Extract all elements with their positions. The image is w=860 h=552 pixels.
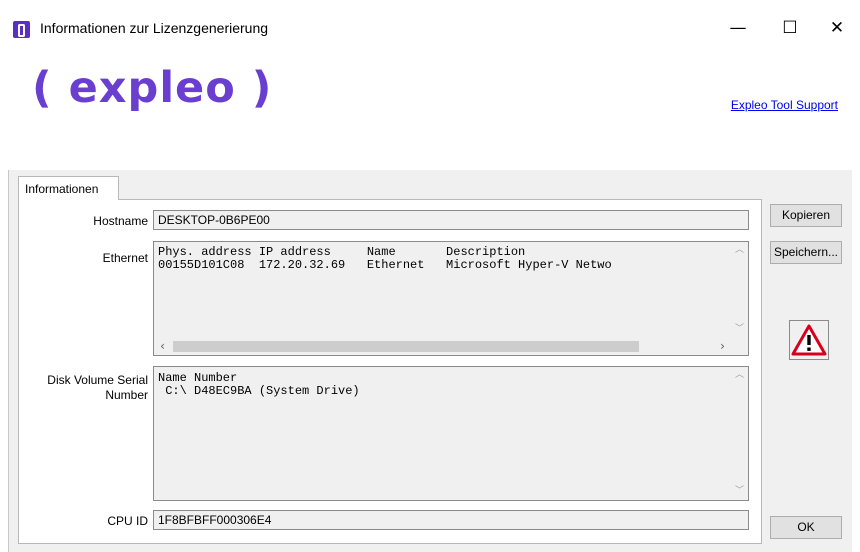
ethernet-textarea[interactable]: Phys. address IP address Name Descriptio… — [153, 241, 749, 356]
scroll-down-arrow-icon[interactable]: ﹀ — [731, 321, 748, 338]
expleo-logo: ( expleo ) — [32, 63, 273, 113]
app-icon — [13, 21, 30, 38]
ethernet-label: Ethernet — [102, 251, 148, 265]
ethernet-line: 00155D101C08 172.20.32.69 Ethernet Micro… — [158, 258, 612, 272]
save-button[interactable]: Speichern... — [770, 241, 842, 264]
window-title: Informationen zur Lizenzgenerierung — [40, 20, 269, 36]
hscroll-thumb[interactable] — [173, 341, 639, 352]
ethernet-hscrollbar[interactable]: ‹ › — [154, 338, 731, 355]
disk-textarea[interactable]: Name Number C:\ D48EC9BA (System Drive) … — [153, 366, 749, 501]
scroll-left-arrow-icon[interactable]: ‹ — [154, 338, 171, 355]
disk-label: Disk Volume Serial Number — [19, 373, 148, 403]
support-link[interactable]: Expleo Tool Support — [731, 98, 838, 112]
hostname-field[interactable]: DESKTOP-0B6PE00 — [153, 210, 749, 230]
disk-label-line1: Disk Volume Serial — [47, 373, 148, 387]
header: ( expleo ) Expleo Tool Support — [8, 58, 852, 170]
scroll-up-arrow-icon[interactable]: ︿ — [731, 242, 748, 259]
ok-button[interactable]: OK — [770, 516, 842, 539]
hostname-label: Hostname — [93, 214, 148, 228]
warning-icon — [791, 324, 827, 356]
title-bar: Informationen zur Lizenzgenerierung — ☐ … — [0, 0, 860, 58]
cpu-label: CPU ID — [107, 514, 148, 528]
copy-button[interactable]: Kopieren — [770, 204, 842, 227]
disk-vscrollbar[interactable]: ︿ ﹀ — [731, 367, 748, 500]
scroll-right-arrow-icon[interactable]: › — [714, 338, 731, 355]
disk-label-line2: Number — [105, 388, 148, 402]
maximize-button[interactable]: ☐ — [767, 8, 813, 48]
tab-page-informationen: Hostname DESKTOP-0B6PE00 Ethernet Phys. … — [18, 199, 762, 544]
ethernet-vscrollbar[interactable]: ︿ ﹀ — [731, 242, 748, 338]
disk-line: C:\ D48EC9BA (System Drive) — [158, 384, 360, 398]
cpu-field[interactable]: 1F8BFBFF000306E4 — [153, 510, 749, 530]
scroll-down-arrow-icon[interactable]: ﹀ — [731, 483, 748, 500]
tab-informationen[interactable]: Informationen — [18, 176, 119, 200]
main-panel: Informationen Hostname DESKTOP-0B6PE00 E… — [8, 170, 852, 552]
close-button[interactable]: ✕ — [814, 8, 860, 48]
minimize-button[interactable]: — — [715, 8, 761, 48]
warning-button[interactable] — [789, 320, 829, 360]
scroll-up-arrow-icon[interactable]: ︿ — [731, 367, 748, 384]
